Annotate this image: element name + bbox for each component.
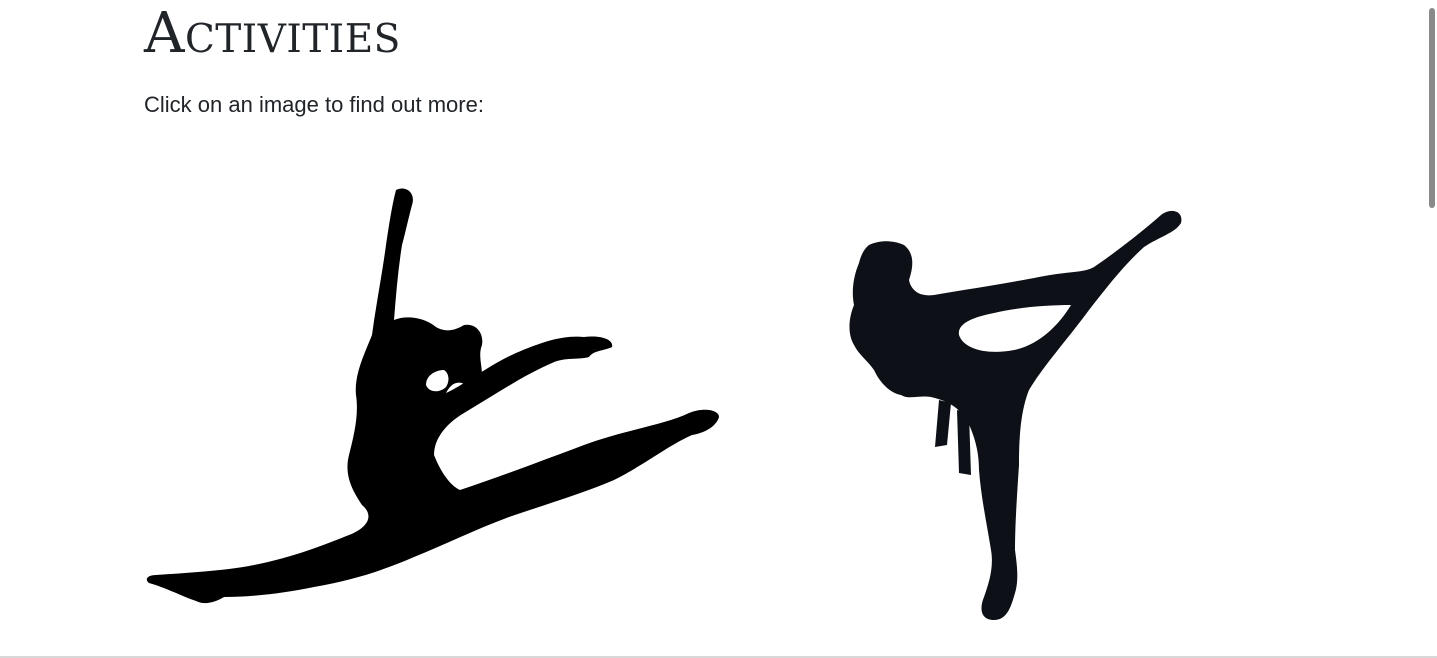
scrollbar-thumb[interactable] — [1429, 8, 1435, 208]
dance-image-link[interactable] — [144, 185, 724, 610]
martial-artist-silhouette-icon — [849, 210, 1182, 620]
page-scrollbar[interactable] — [1427, 0, 1437, 658]
dancer-silhouette-icon — [146, 188, 720, 604]
karate-image-link[interactable] — [839, 205, 1184, 625]
intro-text: Click on an image to find out more: — [144, 92, 484, 117]
page-title: Activities — [144, 1, 401, 66]
